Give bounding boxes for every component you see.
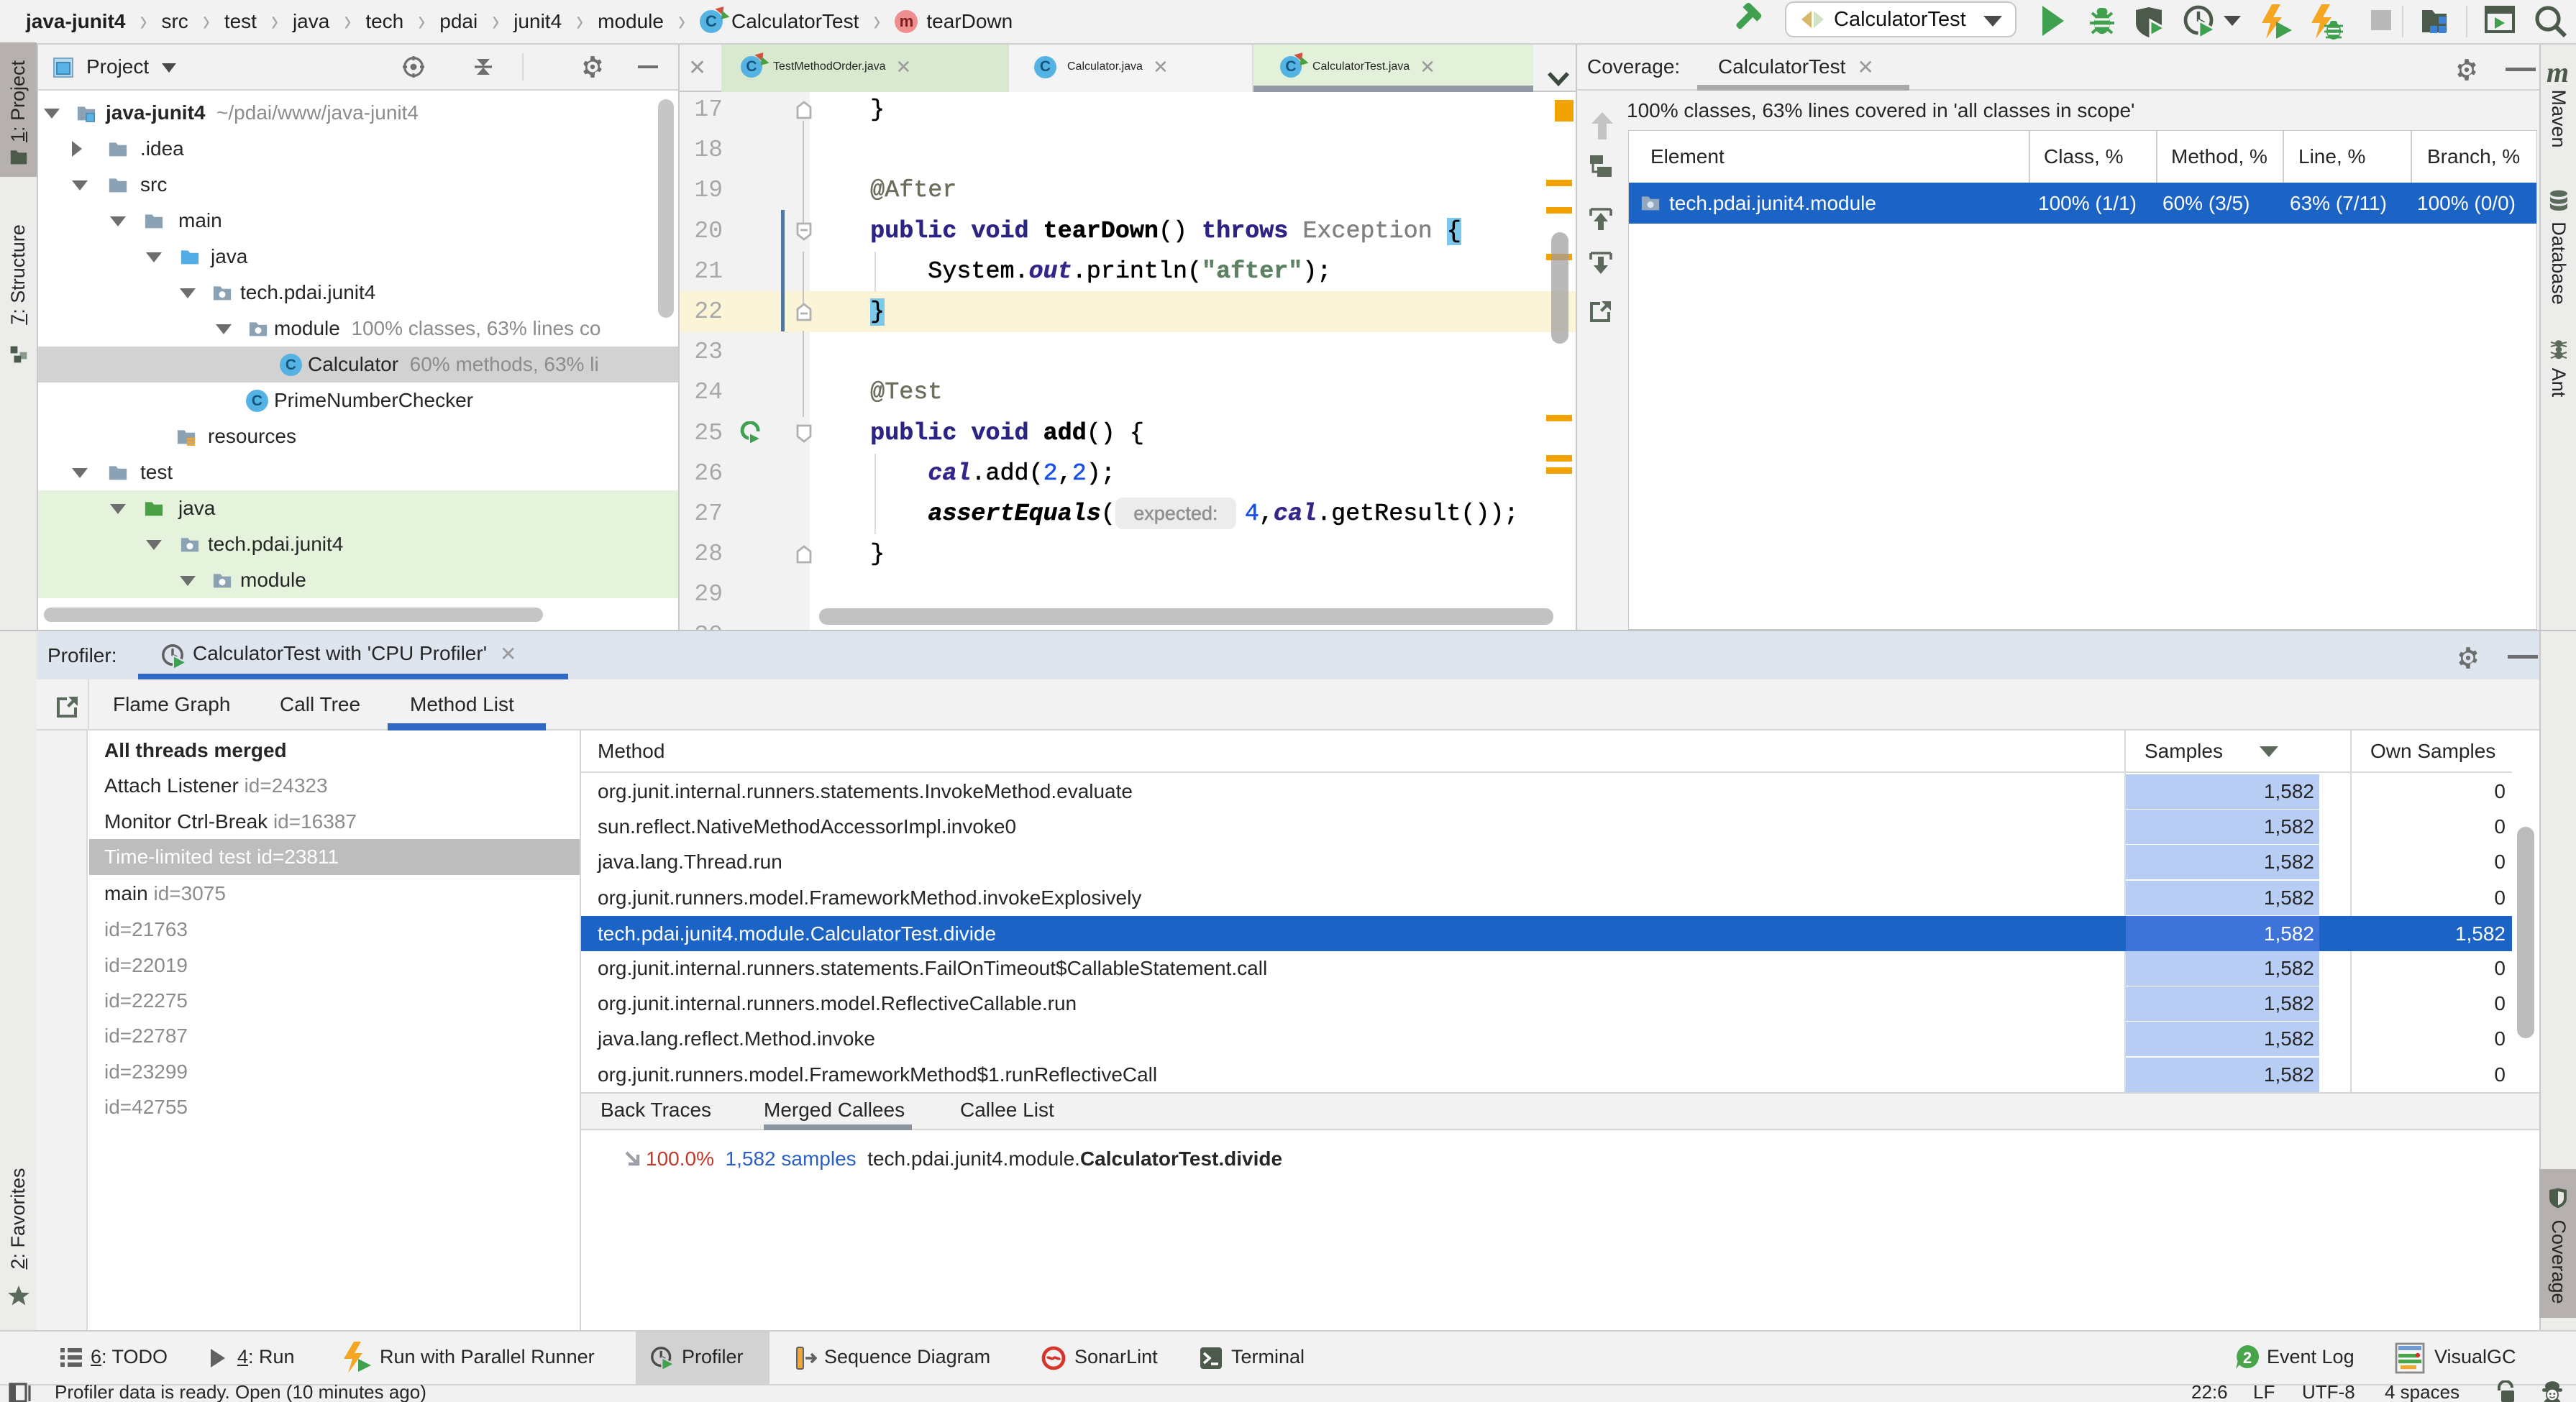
svg-text:2: 2 xyxy=(2243,1349,2252,1367)
